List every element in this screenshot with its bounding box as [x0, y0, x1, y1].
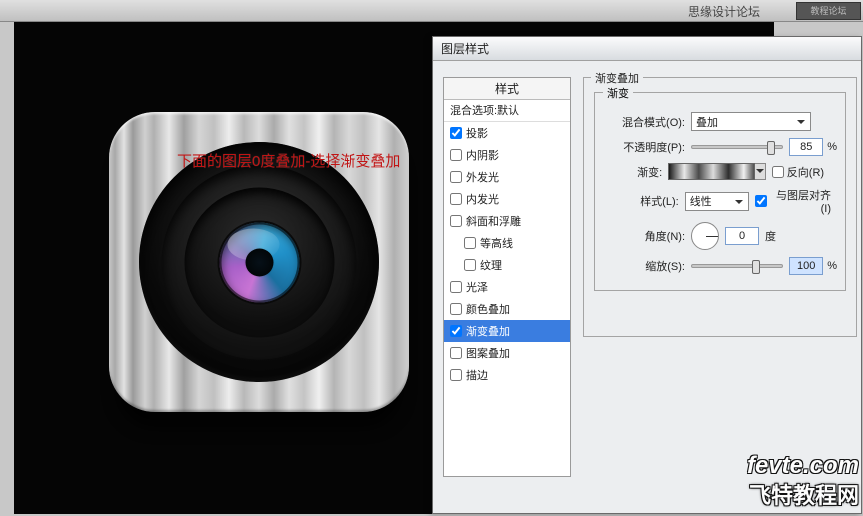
forum-name: 思缘设计论坛: [688, 3, 760, 20]
style-item-check-8[interactable]: [450, 303, 462, 315]
style-item-label-0: 投影: [466, 125, 488, 141]
blend-mode-label: 混合模式(O):: [603, 114, 685, 130]
lens-ring-2: [162, 165, 357, 360]
scale-thumb[interactable]: [752, 260, 760, 274]
style-item-check-1[interactable]: [450, 149, 462, 161]
style-item-4[interactable]: 斜面和浮雕: [444, 210, 570, 232]
style-item-label-11: 描边: [466, 367, 488, 383]
gradient-label: 渐变:: [603, 164, 662, 180]
style-item-8[interactable]: 颜色叠加: [444, 298, 570, 320]
style-item-check-5[interactable]: [464, 237, 476, 249]
style-item-check-11[interactable]: [450, 369, 462, 381]
scale-input[interactable]: 100: [789, 257, 823, 275]
inner-group-title: 渐变: [603, 85, 633, 101]
scale-label: 缩放(S):: [603, 258, 685, 274]
lens-glass: [219, 222, 299, 302]
style-item-5[interactable]: 等高线: [444, 232, 570, 254]
lens-ring-3: [184, 187, 334, 337]
style-item-label-9: 渐变叠加: [466, 323, 510, 339]
style-item-label-7: 光泽: [466, 279, 488, 295]
style-item-1[interactable]: 内阴影: [444, 144, 570, 166]
opacity-unit: %: [827, 141, 837, 153]
style-item-10[interactable]: 图案叠加: [444, 342, 570, 364]
scale-slider[interactable]: [691, 264, 783, 268]
align-checkbox[interactable]: 与图层对齐(I): [755, 187, 831, 215]
angle-label: 角度(N):: [603, 228, 685, 244]
style-item-7[interactable]: 光泽: [444, 276, 570, 298]
style-item-3[interactable]: 内发光: [444, 188, 570, 210]
angle-unit: 度: [765, 228, 776, 244]
corner-badge: 教程论坛: [796, 2, 861, 20]
gradient-overlay-group: 渐变叠加 渐变 混合模式(O): 叠加 不透明度(P): 85 %: [583, 77, 857, 337]
layer-style-dialog: 图层样式 样式 混合选项:默认 投影内阴影外发光内发光斜面和浮雕等高线纹理光泽颜…: [432, 36, 862, 514]
lens-outer-ring: [139, 142, 379, 382]
style-select[interactable]: 线性: [685, 192, 750, 211]
opacity-label: 不透明度(P):: [603, 139, 685, 155]
align-check-input[interactable]: [755, 195, 767, 207]
blend-options-default[interactable]: 混合选项:默认: [444, 100, 570, 122]
style-item-check-6[interactable]: [464, 259, 476, 271]
watermark-url: fevte.com: [747, 452, 859, 480]
style-value: 线性: [690, 193, 712, 209]
dialog-title[interactable]: 图层样式: [433, 37, 861, 61]
blend-mode-value: 叠加: [696, 114, 718, 130]
style-item-label-2: 外发光: [466, 169, 499, 185]
style-item-check-4[interactable]: [450, 215, 462, 227]
opacity-input[interactable]: 85: [789, 138, 823, 156]
style-item-9[interactable]: 渐变叠加: [444, 320, 570, 342]
style-item-label-6: 纹理: [480, 257, 502, 273]
opacity-thumb[interactable]: [767, 141, 775, 155]
style-item-check-9[interactable]: [450, 325, 462, 337]
gradient-picker-caret[interactable]: [755, 163, 765, 180]
style-item-check-2[interactable]: [450, 171, 462, 183]
style-item-check-7[interactable]: [450, 281, 462, 293]
scale-unit: %: [827, 260, 837, 272]
style-item-label-4: 斜面和浮雕: [466, 213, 521, 229]
blend-mode-select[interactable]: 叠加: [691, 112, 811, 131]
reverse-check-input[interactable]: [772, 166, 784, 178]
style-item-check-10[interactable]: [450, 347, 462, 359]
style-item-label-10: 图案叠加: [466, 345, 510, 361]
gradient-swatch[interactable]: [668, 163, 755, 180]
style-item-11[interactable]: 描边: [444, 364, 570, 386]
opacity-slider[interactable]: [691, 145, 783, 149]
align-label: 与图层对齐(I): [770, 187, 831, 215]
reverse-checkbox[interactable]: 反向(R): [772, 164, 831, 180]
reverse-label: 反向(R): [787, 164, 824, 180]
style-item-check-3[interactable]: [450, 193, 462, 205]
style-item-label-5: 等高线: [480, 235, 513, 251]
angle-dial[interactable]: [691, 222, 719, 250]
style-item-6[interactable]: 纹理: [444, 254, 570, 276]
style-item-check-0[interactable]: [450, 127, 462, 139]
style-item-label-1: 内阴影: [466, 147, 499, 163]
watermark-site: 飞特教程网: [749, 478, 859, 510]
style-item-label-8: 颜色叠加: [466, 301, 510, 317]
styles-header[interactable]: 样式: [444, 78, 570, 100]
style-item-2[interactable]: 外发光: [444, 166, 570, 188]
styles-list-panel: 样式 混合选项:默认 投影内阴影外发光内发光斜面和浮雕等高线纹理光泽颜色叠加渐变…: [443, 77, 571, 477]
style-item-label-3: 内发光: [466, 191, 499, 207]
annotation-text: 下面的图层0度叠加-选择渐变叠加: [177, 150, 400, 171]
angle-input[interactable]: 0: [725, 227, 759, 245]
style-label: 样式(L):: [603, 193, 679, 209]
style-item-0[interactable]: 投影: [444, 122, 570, 144]
group-title: 渐变叠加: [591, 70, 643, 86]
